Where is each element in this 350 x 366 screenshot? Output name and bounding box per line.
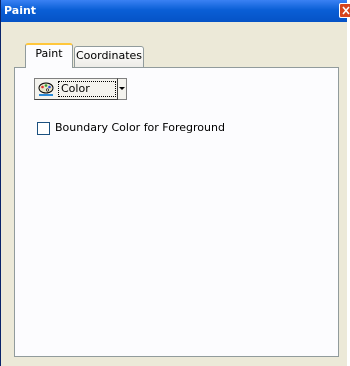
- chevron-down-icon: [119, 87, 125, 90]
- color-button[interactable]: Color: [34, 78, 118, 100]
- tab-paint[interactable]: Paint: [25, 43, 73, 68]
- color-dropdown-button[interactable]: [118, 78, 127, 100]
- tab-coordinates[interactable]: Coordinates: [74, 46, 144, 68]
- tab-coordinates-label: Coordinates: [75, 49, 143, 62]
- window-title: Paint: [4, 4, 37, 17]
- tab-paint-label: Paint: [35, 47, 63, 60]
- paint-window: Paint Paint Coordinates Color Boundary C…: [0, 0, 350, 366]
- boundary-color-checkbox-label[interactable]: Boundary Color for Foreground: [55, 121, 225, 134]
- close-button[interactable]: [339, 3, 350, 18]
- tab-panel-paint: [14, 67, 339, 357]
- close-icon: [342, 6, 350, 15]
- title-bar[interactable]: Paint: [1, 0, 350, 22]
- palette-icon: [38, 82, 54, 96]
- color-button-label: Color: [58, 81, 116, 97]
- boundary-color-checkbox[interactable]: [37, 122, 50, 135]
